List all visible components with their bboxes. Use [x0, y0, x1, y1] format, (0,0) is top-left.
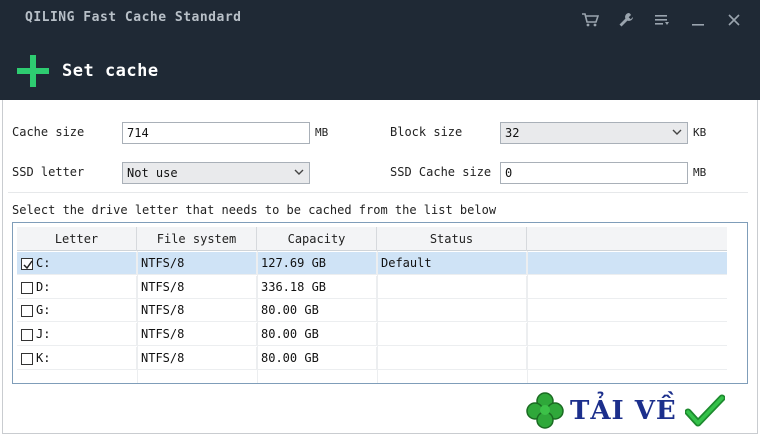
app-title: QILING Fast Cache Standard [25, 10, 242, 25]
chevron-down-icon [294, 169, 304, 175]
chevron-down-icon [672, 129, 682, 135]
ssd-cache-size-label: SSD Cache size [390, 165, 492, 179]
file-system: NTFS/8 [137, 252, 257, 275]
cache-size-input[interactable] [122, 122, 310, 144]
instruction-text: Select the drive letter that needs to be… [12, 203, 497, 217]
checkmark-icon [23, 260, 33, 269]
cache-size-unit: MB [315, 126, 329, 139]
capacity: 127.69 GB [257, 252, 377, 275]
block-size-unit: KB [693, 126, 707, 139]
checkmark-icon [684, 394, 725, 427]
file-system: NTFS/8 [137, 347, 257, 370]
grid-line [137, 251, 138, 383]
watermark-text: TẢI VỀ [570, 396, 677, 426]
empty-cell [527, 323, 727, 346]
row-checkbox[interactable] [21, 257, 33, 270]
empty-cell [527, 299, 727, 322]
row-checkbox[interactable] [21, 304, 33, 317]
set-cache-label: Set cache [62, 61, 159, 81]
table-row[interactable]: K: NTFS/8 80.00 GB [17, 347, 727, 370]
block-size-select[interactable]: 32 [500, 122, 688, 144]
capacity: 336.18 GB [257, 276, 377, 299]
ssd-cache-size-input[interactable] [500, 162, 688, 184]
capacity: 80.00 GB [257, 347, 377, 370]
status [377, 276, 527, 299]
wrench-icon[interactable] [608, 8, 644, 32]
table-row[interactable]: C: NTFS/8 127.69 GB Default [17, 252, 727, 275]
column-header-status[interactable]: Status [377, 227, 527, 251]
grid-line [527, 251, 528, 383]
row-checkbox[interactable] [21, 352, 33, 365]
file-system: NTFS/8 [137, 299, 257, 322]
empty-cell [527, 276, 727, 299]
set-cache-button[interactable]: Set cache [16, 54, 159, 88]
grid-line [257, 251, 258, 383]
drive-letter: K: [36, 351, 51, 365]
empty-cell [527, 347, 727, 370]
header-bar: QILING Fast Cache Standard Set cache [0, 0, 760, 100]
file-system: NTFS/8 [137, 276, 257, 299]
drive-letter: C: [36, 256, 51, 270]
file-system: NTFS/8 [137, 323, 257, 346]
drive-letter: G: [36, 303, 51, 317]
minimize-icon[interactable] [680, 8, 716, 32]
column-header-empty [527, 227, 727, 251]
status: Default [377, 252, 527, 275]
grid-line [377, 251, 378, 383]
close-icon[interactable] [716, 8, 752, 32]
status [377, 347, 527, 370]
row-checkbox[interactable] [21, 281, 33, 294]
drive-letter: D: [36, 280, 51, 294]
table-row[interactable]: G: NTFS/8 80.00 GB [17, 299, 727, 322]
menu-icon[interactable] [644, 8, 680, 32]
empty-cell [527, 252, 727, 275]
column-header-letter[interactable]: Letter [17, 227, 137, 251]
cache-size-label: Cache size [12, 125, 85, 139]
column-header-file-system[interactable]: File system [137, 227, 257, 251]
block-size-value: 32 [505, 126, 520, 140]
column-header-capacity[interactable]: Capacity [257, 227, 377, 251]
ssd-letter-label: SSD letter [12, 165, 85, 179]
clover-icon [526, 392, 564, 429]
status [377, 323, 527, 346]
capacity: 80.00 GB [257, 299, 377, 322]
table-row[interactable]: J: NTFS/8 80.00 GB [17, 323, 727, 346]
row-checkbox[interactable] [21, 328, 33, 341]
status [377, 299, 527, 322]
ssd-letter-select[interactable]: Not use [122, 162, 310, 184]
capacity: 80.00 GB [257, 323, 377, 346]
drive-letter: J: [36, 327, 51, 341]
drive-table: Letter File system Capacity Status C: NT… [12, 222, 748, 384]
table-header: Letter File system Capacity Status [17, 227, 727, 251]
table-row[interactable]: D: NTFS/8 336.18 GB [17, 276, 727, 299]
ssd-letter-value: Not use [127, 166, 178, 180]
block-size-label: Block size [390, 125, 463, 139]
watermark: TẢI VỀ [526, 388, 756, 434]
ssd-cache-size-unit: MB [693, 166, 707, 179]
cart-icon[interactable] [572, 8, 608, 32]
title-bar-controls [572, 8, 752, 32]
plus-icon [17, 55, 49, 87]
divider [8, 192, 748, 193]
